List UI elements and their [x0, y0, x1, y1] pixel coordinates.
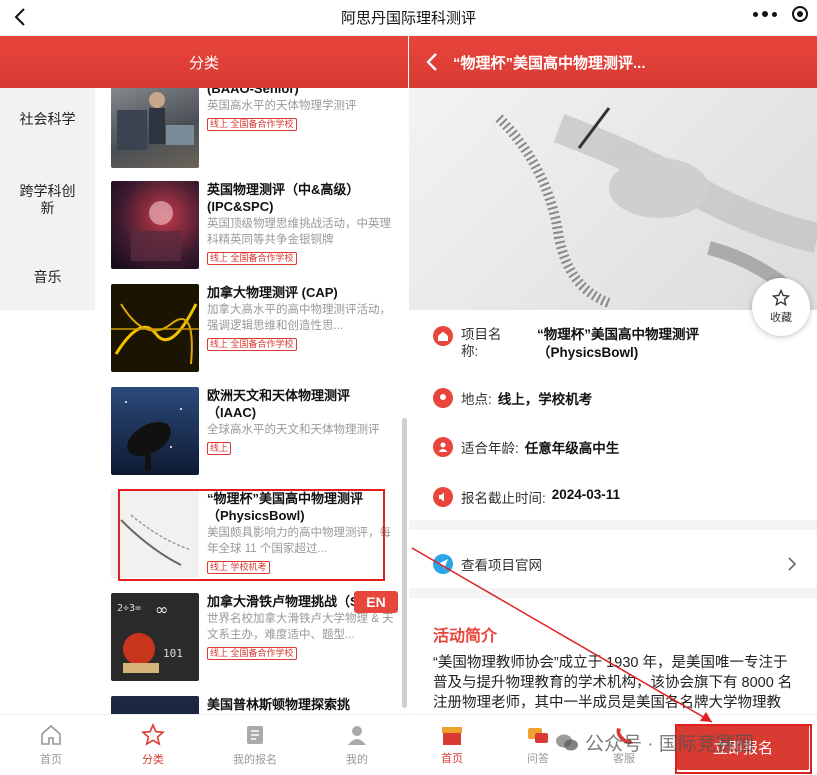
top-bar: 阿思丹国际理科测评 [0, 0, 817, 36]
detail-title: “物理杯”美国高中物理测评... [453, 54, 646, 72]
watermark: 公众号 · 国际竞赛圈 [555, 729, 754, 756]
star-outline-icon [772, 289, 790, 307]
category-sidebar: 社会科学 跨学科创新 音乐 [0, 88, 95, 310]
program-thumbnail [111, 284, 199, 372]
language-badge[interactable]: EN [354, 591, 398, 613]
age-row: 适合年龄: 任意年级高中生 [433, 437, 619, 457]
tab-home[interactable]: 首页 [0, 715, 102, 775]
home-icon [41, 724, 61, 745]
divider [409, 520, 817, 530]
program-thumbnail: 2÷3= ∞ 101 [111, 593, 199, 681]
hero-image [409, 88, 817, 310]
section-title: 活动简介 [433, 628, 498, 645]
list-item[interactable]: “物理杯”美国高中物理测评（PhysicsBowl) 美国颇具影响力的高中物理测… [111, 490, 401, 578]
location-pin-icon [433, 388, 453, 408]
deadline-row: 报名截止时间: 2024-03-11 [433, 487, 620, 507]
list-item[interactable]: 英国物理测评（中&高级）(IPC&SPC) 英国顶级物理思维挑战活动，中英理科精… [111, 181, 401, 269]
document-icon [247, 726, 263, 744]
tab-my-signup[interactable]: 我的报名 [204, 715, 306, 775]
more-icon[interactable] [753, 11, 777, 17]
category-item[interactable]: 跨学科创新 [0, 152, 95, 248]
program-name: 加拿大物理测评 (CAP) [207, 285, 338, 300]
back-icon[interactable] [10, 6, 32, 28]
program-thumbnail [111, 490, 199, 578]
user-icon [433, 437, 453, 457]
divider [409, 588, 817, 598]
back-icon[interactable] [423, 51, 443, 73]
tab-me[interactable]: 我的 [306, 715, 408, 775]
category-panel: 分类 社会科学 跨学科创新 音乐 (BAAO-Senior) 英国高水平的天体物… [0, 36, 408, 775]
program-thumbnail [111, 387, 199, 475]
svg-text:∞: ∞ [155, 600, 168, 619]
program-desc: 全球高水平的天文和天体物理测评 [207, 424, 380, 436]
chat-icon [528, 727, 548, 743]
program-desc: 加拿大高水平的高中物理测评活动，强调逻辑思维和创造性思... [207, 304, 391, 332]
scrollbar[interactable] [402, 418, 407, 708]
home-icon [433, 326, 453, 346]
wechat-icon [556, 734, 578, 750]
program-desc: 英国顶级物理思维挑战活动，中英理科精英同等共争金银铜牌 [207, 218, 391, 246]
program-name: (BAAO-Senior) [207, 88, 299, 96]
tab-category[interactable]: 分类 [102, 715, 204, 775]
category-item[interactable]: 音乐 [0, 248, 95, 308]
detail-header: “物理杯”美国高中物理测评... [409, 36, 817, 88]
tab-home[interactable]: 首页 [409, 715, 495, 775]
program-tag: 线上 学校机考 [207, 561, 270, 574]
list-item[interactable]: 欧洲天文和天体物理测评（IAAC) 全球高水平的天文和天体物理测评 线上 [111, 387, 401, 475]
program-tag: 线上 全国备合作学校 [207, 252, 297, 265]
program-desc: 美国颇具影响力的高中物理测评，每年全球 11 个国家超过... [207, 527, 391, 555]
official-website-link[interactable]: 查看项目官网 [433, 554, 797, 574]
category-header: 分类 [0, 36, 408, 88]
program-list: (BAAO-Senior) 英国高水平的天体物理学测评 线上 全国备合作学校 英… [111, 88, 401, 728]
detail-panel: “物理杯”美国高中物理测评... 收藏 项目名称: “物理杯”美国高中物理测评（… [409, 36, 817, 775]
favorite-button[interactable]: 收藏 [752, 278, 810, 336]
program-tag: 线上 全国备合作学校 [207, 647, 297, 660]
shop-icon [442, 726, 462, 745]
star-icon [141, 723, 165, 746]
program-tag: 线上 全国备合作学校 [207, 338, 297, 351]
page-title: 阿思丹国际理科测评 [340, 10, 476, 27]
bottom-tab-bar: 首页 分类 我的报名 我的 [0, 714, 408, 775]
program-tag: 线上 [207, 442, 232, 455]
speaker-icon [433, 487, 453, 507]
category-item[interactable]: 社会科学 [0, 88, 95, 152]
svg-text:101: 101 [163, 647, 183, 660]
program-tag: 线上 全国备合作学校 [207, 118, 297, 131]
list-item[interactable]: (BAAO-Senior) 英国高水平的天体物理学测评 线上 全国备合作学校 [111, 88, 401, 168]
project-name-row: 项目名称: “物理杯”美国高中物理测评（PhysicsBowl) [433, 326, 737, 362]
svg-text:2÷3=: 2÷3= [117, 603, 141, 614]
program-desc: 世界名校加拿大滑铁卢大学物理 & 天文系主办，难度适中、题型... [207, 613, 394, 641]
close-mini-program-icon[interactable] [791, 5, 809, 23]
program-thumbnail [111, 88, 199, 168]
app-root: 阿思丹国际理科测评 分类 社会科学 跨学科创新 音乐 (BAAO-Senior)… [0, 0, 817, 775]
location-row: 地点: 线上，学校机考 [433, 388, 592, 408]
chevron-right-icon [788, 557, 797, 571]
navigation-icon [433, 554, 453, 574]
list-item[interactable]: 加拿大物理测评 (CAP) 加拿大高水平的高中物理测评活动，强调逻辑思维和创造性… [111, 284, 401, 372]
program-name: 英国物理测评（中&高级）(IPC&SPC) [207, 182, 360, 214]
program-name: 欧洲天文和天体物理测评（IAAC) [207, 388, 351, 420]
capsule-menu [753, 5, 809, 23]
user-icon [348, 726, 366, 745]
program-name: 美国普林斯顿物理探索挑 [207, 697, 351, 712]
program-thumbnail [111, 181, 199, 269]
program-desc: 英国高水平的天体物理学测评 [207, 100, 357, 112]
program-name: “物理杯”美国高中物理测评（PhysicsBowl) [207, 491, 364, 523]
